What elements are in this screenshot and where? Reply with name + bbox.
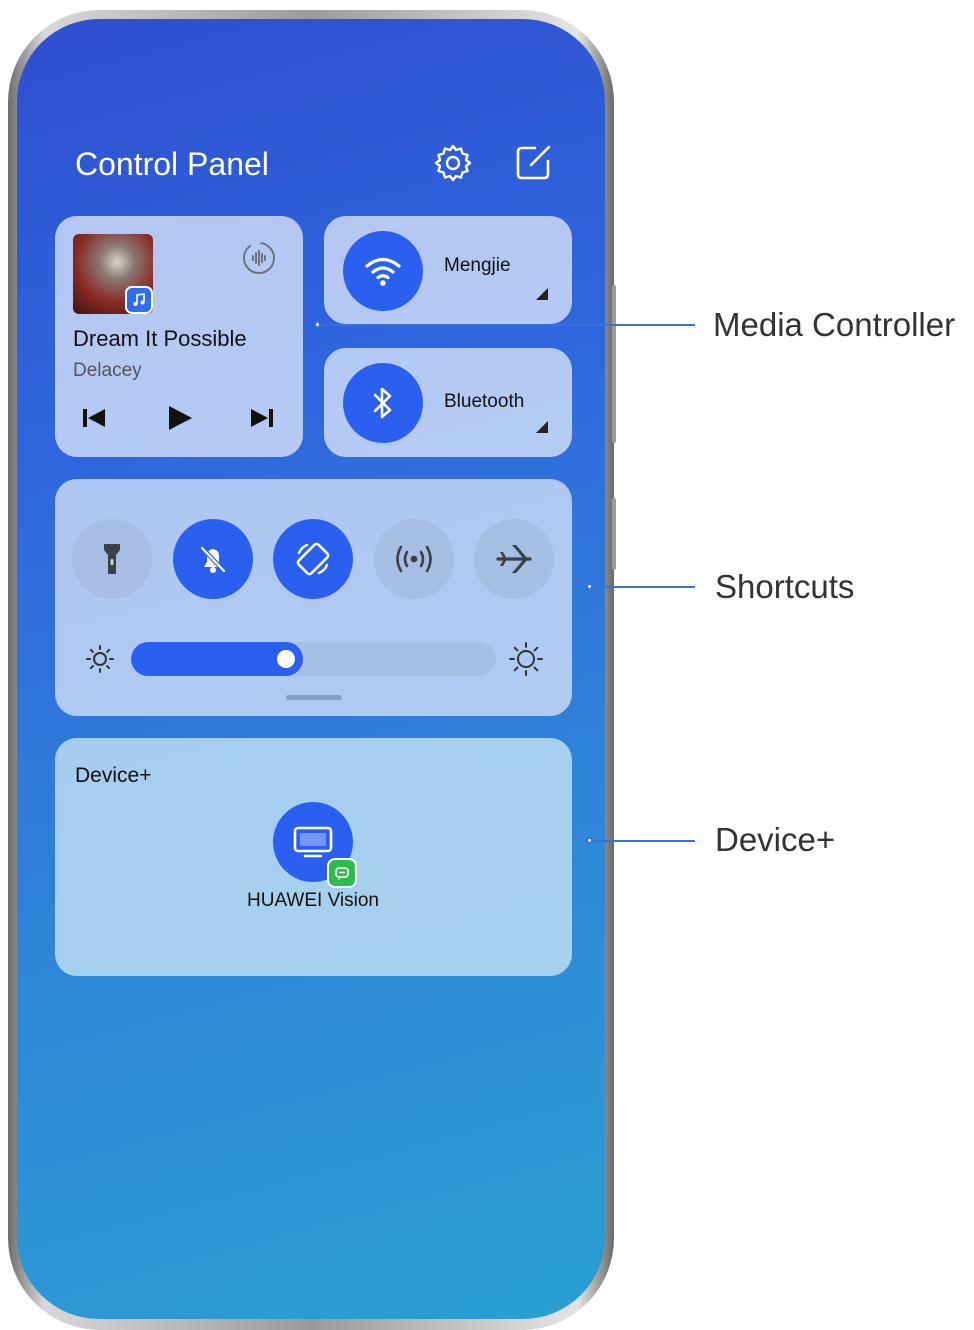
bluetooth-toggle[interactable] <box>343 363 423 443</box>
airplane-toggle[interactable] <box>474 519 554 599</box>
brightness-thumb[interactable] <box>277 650 295 668</box>
device-plus-card: Device+ HUAWEI Vision <box>55 738 572 976</box>
bluetooth-label: Bluetooth <box>444 391 525 412</box>
gear-icon[interactable] <box>433 143 473 183</box>
wifi-icon <box>365 257 401 286</box>
power-button <box>612 498 616 570</box>
device-plus-callout: Device+ <box>715 821 836 858</box>
device-callout-dot <box>586 837 593 844</box>
bluetooth-card[interactable]: Bluetooth <box>324 348 572 457</box>
shortcuts-callout: Shortcuts <box>715 568 855 605</box>
brightness-low-icon <box>84 643 116 675</box>
wifi-toggle[interactable] <box>343 231 423 311</box>
airplane-icon <box>496 545 532 573</box>
tv-icon <box>293 826 333 858</box>
song-artist: Delacey <box>73 360 142 381</box>
media-callout-dot <box>314 321 321 328</box>
edit-icon[interactable] <box>513 143 553 183</box>
hotspot-icon <box>396 545 432 573</box>
silent-toggle[interactable] <box>173 519 253 599</box>
expand-handle[interactable] <box>286 695 342 700</box>
shortcuts-card <box>55 479 572 716</box>
audio-output-icon[interactable] <box>241 240 277 276</box>
previous-icon[interactable] <box>75 403 111 433</box>
device-callout-line <box>593 840 695 842</box>
bluetooth-icon <box>373 387 392 419</box>
media-controller-callout: Media Controller <box>713 306 956 343</box>
next-icon[interactable] <box>245 403 281 433</box>
play-icon[interactable] <box>161 403 197 433</box>
wifi-expand-icon[interactable] <box>536 288 548 300</box>
brightness-high-icon <box>508 641 544 677</box>
control-panel-title: Control Panel <box>75 146 269 182</box>
wifi-label: Mengjie <box>444 255 511 276</box>
song-title: Dream It Possible <box>73 326 247 351</box>
bluetooth-expand-icon[interactable] <box>536 421 548 433</box>
flashlight-toggle[interactable] <box>72 519 152 599</box>
music-app-icon <box>125 286 153 314</box>
media-callout-line <box>321 324 695 326</box>
cast-badge-icon <box>327 858 357 888</box>
bell-off-icon <box>200 546 226 573</box>
phone-screen: Control Panel Dream It Possible Delacey … <box>17 19 605 1319</box>
auto-rotate-icon <box>296 542 330 576</box>
media-controller-card[interactable]: Dream It Possible Delacey <box>55 216 303 457</box>
auto-rotate-toggle[interactable] <box>273 519 353 599</box>
shortcuts-callout-line <box>593 586 695 588</box>
shortcuts-callout-dot <box>586 583 593 590</box>
flashlight-icon <box>104 544 120 574</box>
brightness-slider[interactable] <box>131 642 496 676</box>
hotspot-toggle[interactable] <box>374 519 454 599</box>
wifi-card[interactable]: Mengjie <box>324 216 572 324</box>
volume-button <box>612 285 616 443</box>
device-name: HUAWEI Vision <box>247 890 379 911</box>
device-plus-label: Device+ <box>75 764 152 787</box>
